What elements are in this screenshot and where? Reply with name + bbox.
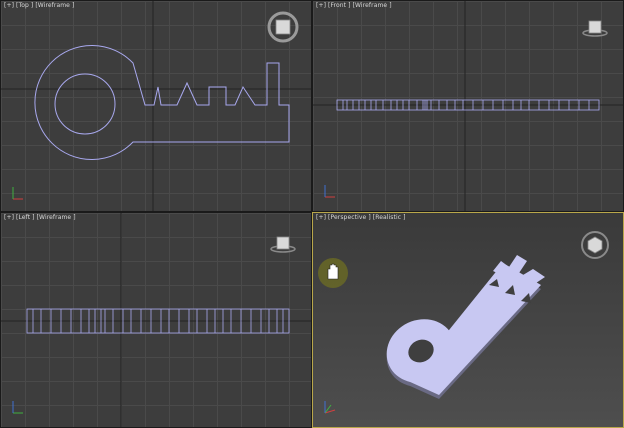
hand-cursor-icon [318,258,348,288]
viewcube-icon[interactable] [581,231,609,259]
front-view-canvas [313,1,623,211]
viewcube-icon[interactable] [270,236,296,253]
left-view-canvas [1,213,311,427]
axis-tripod-icon [324,401,336,414]
key-solid-perspective [386,255,545,399]
axis-tripod-icon [12,401,23,414]
axis-tripod-icon [324,185,335,198]
viewport-front[interactable]: [+] [Front ] [Wireframe ] [312,0,624,212]
viewport-perspective[interactable]: [+] [Perspective ] [Realistic ] [312,212,624,428]
viewcube-icon[interactable] [582,20,608,37]
top-view-canvas [1,1,311,211]
axis-tripod-icon [12,187,23,200]
key-wireframe-top [34,45,290,160]
viewport-top[interactable]: [+] [Top ] [Wireframe ] [0,0,312,212]
perspective-view-canvas [318,231,609,414]
viewport-left[interactable]: [+] [Left ] [Wireframe ] [0,212,312,428]
viewcube-icon[interactable] [267,11,299,43]
